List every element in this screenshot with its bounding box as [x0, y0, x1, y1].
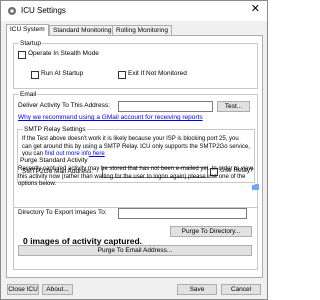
startup-group-title: Startup — [19, 39, 42, 48]
about-button[interactable]: About... — [42, 284, 73, 295]
purge-group-title: Purge Standard Activity — [19, 156, 89, 165]
purge-to-directory-button[interactable]: Purge To Directory... — [170, 226, 252, 237]
stealth-mode-label: Operate In Stealth Mode — [28, 50, 99, 57]
close-icon[interactable]: ✕ — [251, 4, 260, 15]
run-at-startup-label: Run At Startup — [41, 70, 84, 77]
gear-icon — [8, 7, 16, 15]
test-button[interactable]: Test... — [217, 101, 250, 112]
dialog-footer: Close ICU About... Save Cancel — [1, 279, 267, 299]
startup-group: Startup Operate In Stealth Mode Run At S… — [13, 39, 258, 89]
purge-description: Recently captured activity may be stored… — [18, 166, 253, 187]
title-bar: ICU Settings ✕ — [1, 1, 267, 21]
gmail-recommendation-link[interactable]: Why we recommend using a GMail account f… — [18, 114, 203, 122]
close-icu-button[interactable]: Close ICU — [7, 284, 39, 295]
images-captured-count: 0 images of activity captured. — [23, 236, 143, 246]
purge-to-email-button[interactable]: Purge To Email Address... — [18, 245, 252, 256]
run-at-startup-checkbox[interactable] — [31, 71, 39, 79]
cancel-button[interactable]: Cancel — [221, 284, 261, 295]
tab-standard-monitoring[interactable]: Standard Monitoring — [49, 25, 116, 35]
deliver-address-label: Deliver Activity To This Address: — [18, 102, 110, 109]
folder-icon[interactable] — [252, 184, 259, 190]
exit-if-not-monitored-checkbox[interactable] — [118, 71, 126, 79]
smtp-relay-title: SMTP Relay Settings — [23, 125, 87, 134]
tab-rolling-monitoring[interactable]: Rolling Monitoring — [112, 25, 173, 35]
email-group-title: Email — [19, 90, 38, 99]
exit-if-not-monitored-label: Exit If Not Monitored — [128, 70, 187, 77]
save-button[interactable]: Save — [177, 284, 217, 295]
settings-window: ICU Settings ✕ ICU System Standard Monit… — [0, 0, 268, 300]
deliver-address-input[interactable] — [118, 101, 213, 112]
export-directory-input[interactable] — [118, 208, 247, 219]
purge-group: Purge Standard Activity Recently capture… — [13, 156, 258, 270]
export-directory-label: Directory To Export Images To: — [18, 209, 107, 216]
window-title: ICU Settings — [21, 6, 66, 15]
tab-panel: Startup Operate In Stealth Mode Run At S… — [6, 35, 263, 278]
tab-icu-system[interactable]: ICU System — [6, 24, 49, 36]
stealth-mode-checkbox[interactable] — [18, 51, 26, 59]
